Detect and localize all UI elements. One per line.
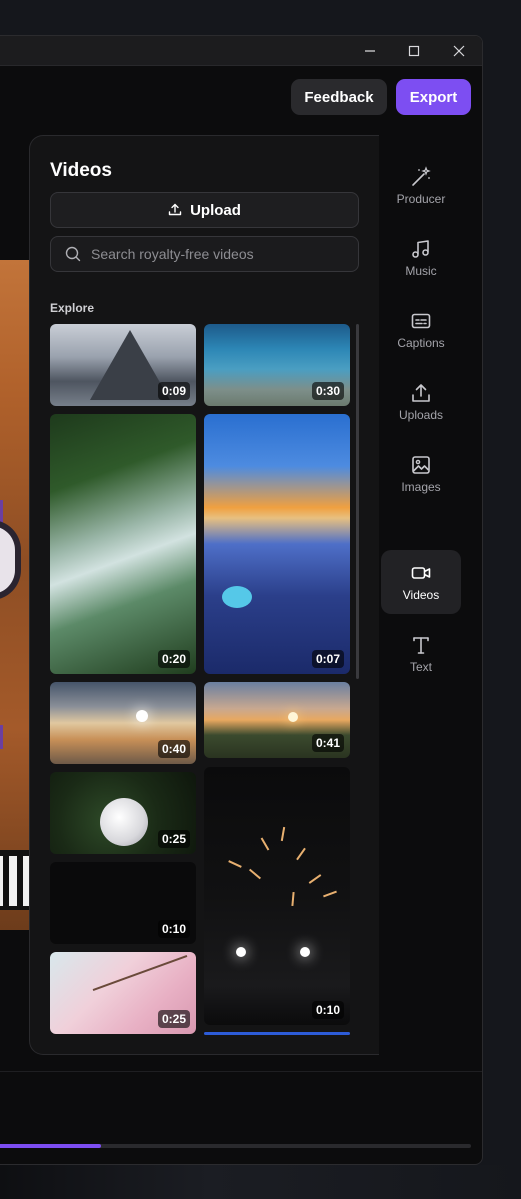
next-thumbnail-edge: [204, 1032, 350, 1035]
sidebar-item-label: Uploads: [398, 408, 444, 422]
title-bar: [0, 36, 482, 66]
video-duration: 0:09: [157, 382, 190, 400]
video-duration: 0:07: [311, 650, 344, 668]
video-thumbnail-dark[interactable]: 0:10: [50, 862, 196, 944]
sidebar-item-label: Music: [405, 264, 437, 278]
video-duration: 0:10: [157, 920, 190, 938]
feedback-button[interactable]: Feedback: [291, 79, 387, 115]
sidebar-item-label: Producer: [396, 192, 446, 206]
video-thumbnail-sunrise-clouds[interactable]: 0:40: [50, 682, 196, 764]
video-duration: 0:41: [311, 734, 344, 752]
search-input[interactable]: [91, 246, 341, 262]
sidebar-item-label: Videos: [402, 588, 440, 602]
video-duration: 0:40: [157, 740, 190, 758]
preview-detail: [0, 725, 3, 749]
minimize-icon: [365, 50, 375, 52]
sidebar-item-text[interactable]: Text: [381, 622, 461, 686]
video-thumbnail-cherry-blossom[interactable]: 0:25: [50, 952, 196, 1034]
videos-panel: Videos Upload Explore 0:09 0:30: [29, 135, 379, 1055]
panel-title: Videos: [50, 160, 112, 181]
upload-icon: [412, 384, 430, 402]
sidebar-item-label: Text: [409, 660, 432, 674]
video-thumbnail-glass-beach[interactable]: 0:07: [204, 414, 350, 674]
maximize-icon: [408, 45, 420, 57]
sidebar-item-captions[interactable]: Captions: [381, 298, 461, 362]
explore-section-label: Explore: [50, 301, 95, 315]
video-thumbnail-sea-turtle[interactable]: 0:30: [204, 324, 350, 406]
video-thumbnail-sunset-hills[interactable]: 0:41: [204, 682, 350, 758]
video-thumbnail-fireworks[interactable]: 0:10: [204, 767, 350, 1025]
search-field[interactable]: [50, 236, 359, 272]
video-thumbnail-mountain[interactable]: 0:09: [50, 324, 196, 406]
upload-button[interactable]: Upload: [50, 192, 359, 228]
app-window: Feedback Export Videos Upload Ex: [0, 35, 483, 1165]
video-duration: 0:20: [157, 650, 190, 668]
video-grid-scrollbar[interactable]: [356, 324, 359, 679]
video-duration: 0:25: [157, 1010, 190, 1028]
close-window-button[interactable]: [437, 36, 481, 66]
sidebar-item-music[interactable]: Music: [381, 226, 461, 290]
search-icon: [65, 246, 81, 262]
video-duration: 0:30: [311, 382, 344, 400]
sidebar-item-label: Captions: [397, 336, 445, 350]
timeline-progress-fill: [0, 1144, 102, 1148]
image-icon: [412, 456, 430, 474]
magic-wand-icon: [412, 166, 431, 186]
minimize-button[interactable]: [348, 36, 392, 66]
upload-icon: [168, 203, 182, 216]
preview-detail: [0, 520, 21, 600]
video-preview[interactable]: [0, 260, 31, 930]
preview-caption-overlay: [0, 850, 31, 910]
export-button[interactable]: Export: [396, 79, 471, 115]
sidebar-item-producer[interactable]: Producer: [381, 154, 461, 218]
sidebar-item-label: Images: [401, 480, 441, 494]
upload-button-label: Upload: [190, 201, 241, 219]
timeline-progress-bar[interactable]: [0, 1144, 471, 1148]
sidebar-item-videos[interactable]: Videos: [381, 550, 461, 614]
music-note-icon: [412, 240, 429, 258]
sidebar-item-uploads[interactable]: Uploads: [381, 370, 461, 434]
captions-icon: [411, 313, 431, 329]
video-camera-icon: [411, 567, 431, 579]
video-thumbnail-waterfall[interactable]: 0:20: [50, 414, 196, 674]
video-thumbnail-ornament[interactable]: 0:25: [50, 772, 196, 854]
text-icon: [413, 637, 429, 654]
video-grid: 0:09 0:30 0:20 0:07 0:40 0:41 0:25 0:10 …: [50, 324, 360, 1044]
preview-detail: [0, 500, 3, 524]
timeline-divider: [0, 1071, 482, 1072]
video-duration: 0:10: [311, 1001, 344, 1019]
video-duration: 0:25: [157, 830, 190, 848]
maximize-button[interactable]: [392, 36, 436, 66]
sidebar-item-images[interactable]: Images: [381, 442, 461, 506]
close-icon: [453, 45, 465, 57]
desktop-background: [0, 1165, 521, 1199]
